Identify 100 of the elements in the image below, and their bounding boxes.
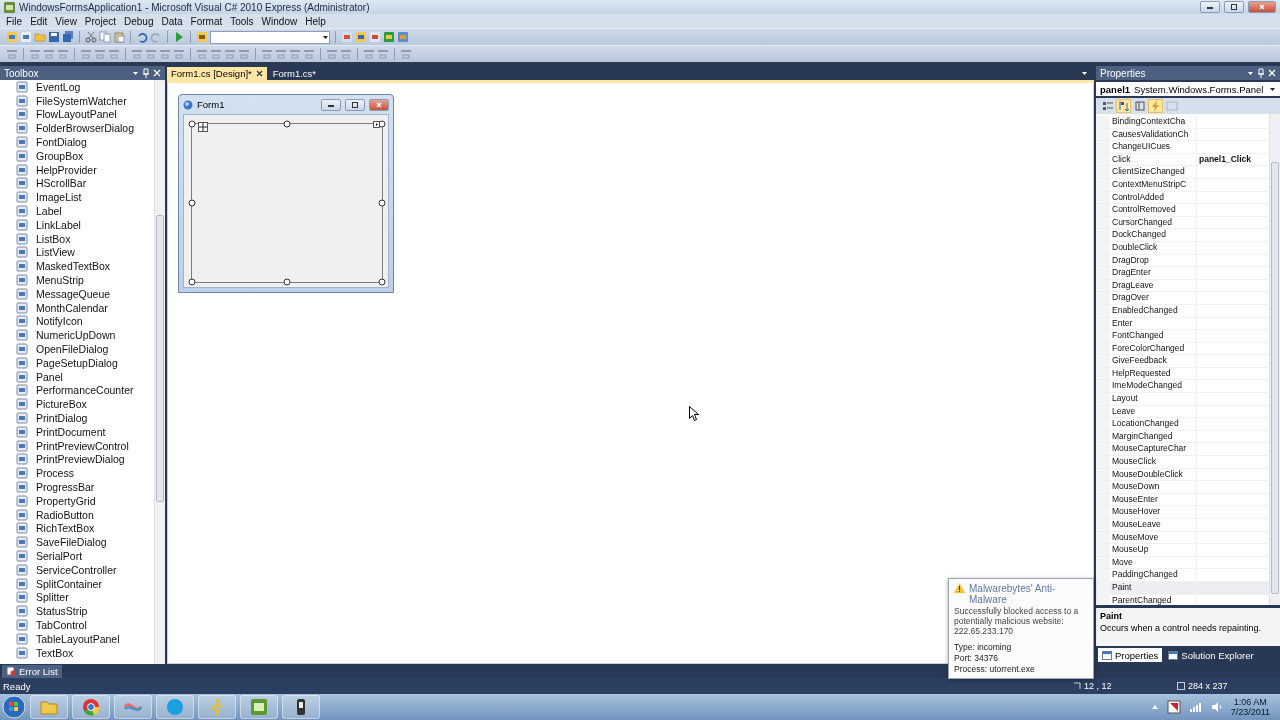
configuration-combo[interactable] xyxy=(210,30,330,44)
property-row[interactable]: DragEnter xyxy=(1096,267,1269,280)
resize-handle[interactable] xyxy=(188,120,196,128)
toolbox-item[interactable]: PrintPreviewControl xyxy=(0,438,154,453)
maximize-button[interactable] xyxy=(1224,1,1244,13)
clock[interactable]: 1:06 AM 7/23/2011 xyxy=(1230,697,1270,717)
layout-icon[interactable] xyxy=(238,48,250,60)
designer-panel[interactable] xyxy=(191,123,383,283)
dropdown-icon[interactable] xyxy=(1247,70,1254,76)
toolbox-item[interactable]: PropertyGrid xyxy=(0,493,154,508)
minimize-button[interactable] xyxy=(321,98,341,111)
property-row[interactable]: MouseClick xyxy=(1096,456,1269,469)
toolbox-item[interactable]: HScrollBar xyxy=(0,176,154,191)
cut-icon[interactable] xyxy=(85,31,97,43)
toolbar-button[interactable] xyxy=(1116,99,1131,113)
menu-item[interactable]: View xyxy=(51,15,81,27)
layout-icon[interactable] xyxy=(261,48,273,60)
toolbox-item[interactable]: PageSetupDialog xyxy=(0,355,154,370)
toolbox-item[interactable]: FolderBrowserDialog xyxy=(0,121,154,136)
menu-item[interactable]: Edit xyxy=(26,15,52,27)
toolbox-item[interactable]: OpenFileDialog xyxy=(0,342,154,356)
property-row[interactable]: DragOver xyxy=(1096,292,1269,305)
layout-icon[interactable] xyxy=(159,48,171,60)
save-all-icon[interactable] xyxy=(62,31,74,43)
toolbox-item[interactable]: Label xyxy=(0,204,154,218)
toolbox-item[interactable]: PrintDialog xyxy=(0,411,154,425)
paste-icon[interactable] xyxy=(113,31,125,43)
menu-item[interactable]: Project xyxy=(80,15,120,27)
maximize-button[interactable] xyxy=(345,98,365,111)
toolbox-item[interactable]: Splitter xyxy=(0,590,154,605)
copy-icon[interactable] xyxy=(99,31,111,43)
resize-handle[interactable] xyxy=(188,278,196,286)
toolbox-item[interactable]: TextBox xyxy=(0,645,154,660)
object-selector[interactable]: panel1 System.Windows.Forms.Panel xyxy=(1096,82,1280,96)
show-hidden-icon[interactable] xyxy=(1150,704,1159,710)
toolbox-item[interactable]: SplitContainer xyxy=(0,576,154,591)
property-row[interactable]: Layout xyxy=(1096,393,1269,406)
start-orb-icon[interactable] xyxy=(2,695,26,719)
toolbox-item[interactable]: PictureBox xyxy=(0,397,154,412)
dropdown-icon[interactable] xyxy=(132,70,139,76)
layout-icon[interactable] xyxy=(131,48,143,60)
toolbox-item[interactable]: RichTextBox xyxy=(0,521,154,536)
toolbar-icon[interactable] xyxy=(369,31,381,43)
layout-icon[interactable] xyxy=(80,48,92,60)
layout-icon[interactable] xyxy=(303,48,315,60)
toolbox-item[interactable]: MessageQueue xyxy=(0,286,154,301)
scrollbar[interactable] xyxy=(1269,114,1280,605)
layout-icon[interactable] xyxy=(400,48,412,60)
menu-item[interactable]: Debug xyxy=(120,15,158,27)
document-tab[interactable]: Form1.cs* xyxy=(268,67,321,80)
form-window[interactable]: Form1 xyxy=(178,94,394,293)
property-row[interactable]: MouseDown xyxy=(1096,481,1269,494)
property-row[interactable]: BindingContextCha xyxy=(1096,116,1269,129)
toolbox-item[interactable]: ImageList xyxy=(0,190,154,205)
resize-handle[interactable] xyxy=(378,199,386,207)
toolbox-item[interactable]: Panel xyxy=(0,369,154,384)
property-row[interactable]: ClientSizeChanged xyxy=(1096,166,1269,179)
property-row[interactable]: GiveFeedback xyxy=(1096,355,1269,368)
panel-tab[interactable]: Properties xyxy=(1098,648,1163,662)
toolbar-icon[interactable] xyxy=(341,31,353,43)
layout-icon[interactable] xyxy=(196,48,208,60)
toolbox-item[interactable]: PerformanceCounter xyxy=(0,383,154,398)
document-tab[interactable]: Form1.cs [Design]* xyxy=(167,67,267,80)
menu-item[interactable]: Tools xyxy=(226,15,258,27)
toolbox-item[interactable]: ServiceController xyxy=(0,562,154,577)
property-row[interactable]: ControlRemoved xyxy=(1096,204,1269,217)
toolbar-icon[interactable] xyxy=(383,31,395,43)
toolbar-button[interactable] xyxy=(1100,99,1115,113)
close-icon[interactable] xyxy=(255,70,263,77)
layout-icon[interactable] xyxy=(145,48,157,60)
property-row[interactable]: DockChanged xyxy=(1096,229,1269,242)
layout-icon[interactable] xyxy=(108,48,120,60)
toolbar-icon[interactable] xyxy=(6,31,18,43)
property-row[interactable]: PaddingChanged xyxy=(1096,569,1269,582)
notification-popup[interactable]: Malwarebytes' Anti-Malware Successfully blocked access to a potentially malicious website: 222.65.233.170 Type: incoming Port: 34376 Process: utorrent.exe xyxy=(948,578,1094,679)
scrollbar[interactable] xyxy=(154,80,165,664)
toolbox-item[interactable]: TabControl xyxy=(0,618,154,632)
toolbox-item[interactable]: GroupBox xyxy=(0,149,154,163)
toolbox-item[interactable]: ProgressBar xyxy=(0,480,154,494)
property-row[interactable]: ChangeUICues xyxy=(1096,141,1269,154)
layout-icon[interactable] xyxy=(94,48,106,60)
close-button[interactable] xyxy=(1248,1,1276,13)
layout-icon[interactable] xyxy=(29,48,41,60)
taskbar-button[interactable] xyxy=(282,695,320,719)
toolbar-icon[interactable] xyxy=(20,31,32,43)
toolbox-item[interactable]: LinkLabel xyxy=(0,217,154,232)
resize-handle[interactable] xyxy=(283,120,291,128)
toolbox-item[interactable]: FlowLayoutPanel xyxy=(0,107,154,122)
panel-tab[interactable]: Solution Explorer xyxy=(1164,648,1258,662)
property-row[interactable]: FontChanged xyxy=(1096,330,1269,343)
layout-icon[interactable] xyxy=(173,48,185,60)
layout-icon[interactable] xyxy=(210,48,222,60)
speaker-icon[interactable] xyxy=(1210,701,1223,713)
menu-item[interactable]: Window xyxy=(257,15,302,27)
toolbox-item[interactable]: StatusStrip xyxy=(0,604,154,619)
toolbox-item[interactable]: SaveFileDialog xyxy=(0,535,154,550)
toolbar-icon[interactable] xyxy=(397,31,409,43)
layout-icon[interactable] xyxy=(224,48,236,60)
toolbox-item[interactable]: PrintDocument xyxy=(0,424,154,439)
layout-icon[interactable] xyxy=(57,48,69,60)
